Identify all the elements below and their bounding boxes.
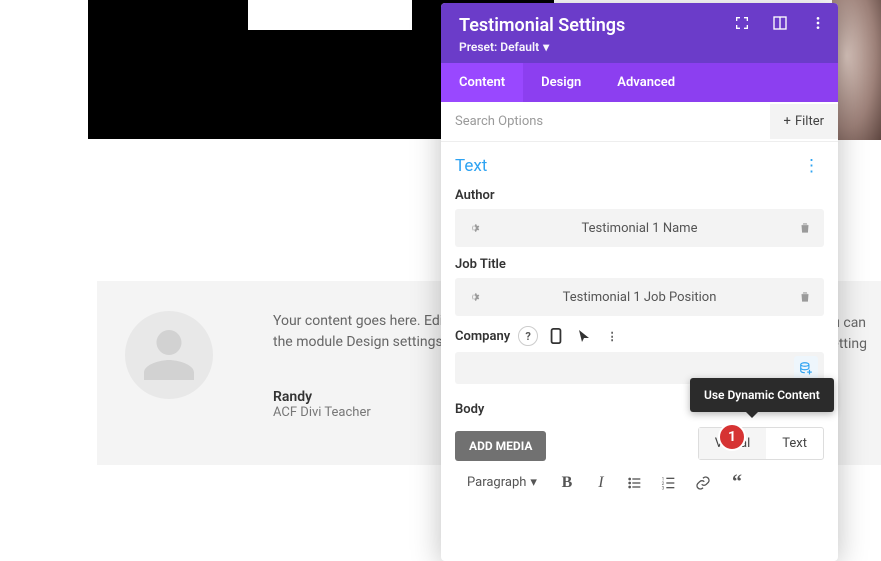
tooltip-text: Use Dynamic Content (690, 378, 834, 412)
search-row: + Filter (441, 102, 838, 142)
dynamic-content-button[interactable] (794, 356, 818, 380)
section-menu-icon[interactable]: ⋮ (799, 156, 824, 176)
plus-icon: + (784, 114, 791, 129)
more-icon[interactable] (810, 15, 826, 31)
bold-button[interactable]: B (557, 473, 577, 493)
link-icon (695, 475, 711, 491)
panel-header: Testimonial Settings Preset: Default ▾ (441, 3, 838, 63)
background-card (248, 0, 412, 30)
panel-preset[interactable]: Preset: Default ▾ (459, 40, 549, 54)
phone-icon[interactable] (546, 326, 566, 346)
numbered-list-button[interactable]: 123 (659, 473, 679, 493)
trash-icon (798, 221, 812, 235)
person-icon (139, 325, 199, 385)
author-value[interactable]: Testimonial 1 Name (493, 209, 786, 247)
tab-design[interactable]: Design (523, 63, 599, 102)
job-dynamic-row: Testimonial 1 Job Position (455, 278, 824, 316)
label-author: Author (455, 188, 824, 203)
text-tab[interactable]: Text (766, 428, 823, 459)
label-job-title: Job Title (455, 257, 824, 272)
filter-button[interactable]: + Filter (770, 104, 838, 139)
add-media-button[interactable]: ADD MEDIA (455, 431, 546, 461)
author-dynamic-row: Testimonial 1 Name (455, 209, 824, 247)
format-select[interactable]: Paragraph ▾ (461, 471, 543, 494)
layout-icon[interactable] (772, 15, 788, 31)
dynamic-content-icon (799, 361, 813, 375)
help-icon[interactable]: ? (518, 326, 538, 346)
editor-toolbar: Paragraph ▾ B I 123 “ (455, 461, 824, 494)
panel-tabs: Content Design Advanced (441, 63, 838, 102)
author-settings-button[interactable] (455, 209, 493, 247)
svg-text:3: 3 (662, 485, 665, 490)
search-input[interactable] (441, 102, 770, 141)
numbered-list-icon: 123 (661, 475, 677, 491)
bullet-list-button[interactable] (625, 473, 645, 493)
field-menu-icon[interactable]: ⋮ (602, 326, 622, 346)
quote-button[interactable]: “ (727, 473, 747, 493)
bullet-list-icon (627, 475, 643, 491)
trash-icon (798, 290, 812, 304)
avatar-placeholder (125, 311, 213, 399)
section-text[interactable]: Text ⋮ (455, 156, 824, 176)
chevron-down-icon: ▾ (530, 475, 537, 490)
snap-icon[interactable] (734, 15, 750, 31)
tooltip: Use Dynamic Content (690, 378, 834, 412)
tab-content[interactable]: Content (441, 63, 523, 102)
editor-mode-tabs: Visual Text (698, 427, 824, 460)
gear-icon (467, 290, 481, 304)
panel-body: Text ⋮ Author Testimonial 1 Name Job Tit… (441, 142, 838, 561)
job-clear-button[interactable] (786, 278, 824, 316)
tab-advanced[interactable]: Advanced (599, 63, 693, 102)
italic-button[interactable]: I (591, 473, 611, 493)
gear-icon (467, 221, 481, 235)
callout-1: 1 (718, 423, 746, 451)
settings-panel: Testimonial Settings Preset: Default ▾ C… (441, 3, 838, 561)
link-button[interactable] (693, 473, 713, 493)
chevron-down-icon: ▾ (543, 40, 549, 54)
author-clear-button[interactable] (786, 209, 824, 247)
job-settings-button[interactable] (455, 278, 493, 316)
background-photo-peek (832, 0, 881, 140)
job-value[interactable]: Testimonial 1 Job Position (493, 278, 786, 316)
label-company: Company ? ⋮ (455, 326, 824, 346)
hover-icon[interactable] (574, 326, 594, 346)
